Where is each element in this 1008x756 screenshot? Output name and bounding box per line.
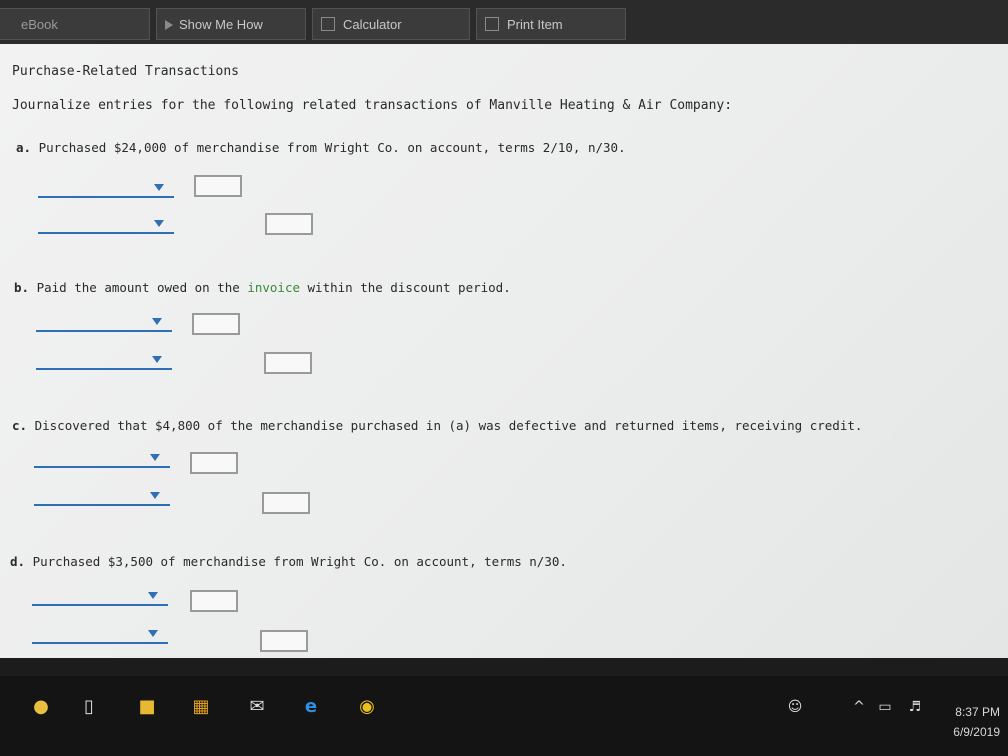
question-text: Purchased $24,000 of merchandise from Wr… bbox=[38, 140, 626, 155]
calculator-button[interactable]: Calculator bbox=[312, 8, 470, 40]
credit-input[interactable] bbox=[262, 492, 310, 514]
account-select[interactable] bbox=[34, 452, 170, 468]
account-select[interactable] bbox=[38, 182, 174, 198]
account-select[interactable] bbox=[32, 590, 168, 606]
file-explorer-icon[interactable]: ■ bbox=[136, 696, 158, 718]
credit-input[interactable] bbox=[260, 630, 308, 652]
invoice-link[interactable]: invoice bbox=[247, 280, 300, 295]
credit-input[interactable] bbox=[265, 213, 313, 235]
account-select[interactable] bbox=[34, 490, 170, 506]
dropdown-arrow-icon bbox=[150, 492, 160, 499]
question-letter: d. bbox=[10, 554, 26, 569]
task-view-icon[interactable]: ▯ bbox=[78, 696, 100, 718]
question-text: Paid the amount owed on the bbox=[36, 280, 248, 295]
question-b: b. Paid the amount owed on the invoice w… bbox=[14, 280, 511, 295]
account-select[interactable] bbox=[36, 316, 172, 332]
calculator-label: Calculator bbox=[343, 17, 402, 32]
system-clock[interactable]: 8:37 PM 6/9/2019 bbox=[953, 702, 1000, 742]
dropdown-arrow-icon bbox=[152, 318, 162, 325]
question-d: d. Purchased $3,500 of merchandise from … bbox=[10, 554, 567, 569]
calculator-icon bbox=[321, 17, 335, 31]
ebook-label: eBook bbox=[21, 17, 58, 32]
microphone-icon[interactable]: ● bbox=[30, 696, 52, 718]
dropdown-arrow-icon bbox=[154, 220, 164, 227]
volume-icon[interactable]: ♬ bbox=[904, 696, 926, 718]
question-letter: b. bbox=[14, 280, 30, 295]
print-icon bbox=[485, 17, 499, 31]
video-icon bbox=[165, 20, 173, 30]
question-c: c. Discovered that $4,800 of the merchan… bbox=[12, 418, 862, 433]
people-icon[interactable]: ☺ bbox=[784, 696, 806, 718]
question-a: a. Purchased $24,000 of merchandise from… bbox=[16, 140, 626, 155]
ebook-tab[interactable]: eBook bbox=[0, 8, 150, 40]
toolbar: eBook Show Me How Calculator Print Item bbox=[0, 0, 1008, 44]
dropdown-arrow-icon bbox=[148, 630, 158, 637]
show-me-how-button[interactable]: Show Me How bbox=[156, 8, 306, 40]
taskbar: ● ▯ ■ ▦ ✉ e ◉ ☺ ^ ▭ ♬ 8:37 PM 6/9/2019 bbox=[0, 676, 1008, 756]
debit-input[interactable] bbox=[192, 313, 240, 335]
question-letter: c. bbox=[12, 418, 28, 433]
debit-input[interactable] bbox=[190, 590, 238, 612]
question-text: Discovered that $4,800 of the merchandis… bbox=[34, 418, 863, 433]
chevron-up-icon[interactable]: ^ bbox=[848, 696, 870, 718]
chrome-icon[interactable]: ◉ bbox=[356, 696, 378, 718]
page-title: Purchase-Related Transactions bbox=[12, 64, 239, 79]
credit-input[interactable] bbox=[264, 352, 312, 374]
print-item-button[interactable]: Print Item bbox=[476, 8, 626, 40]
question-letter: a. bbox=[16, 140, 32, 155]
debit-input[interactable] bbox=[194, 175, 242, 197]
account-select[interactable] bbox=[32, 628, 168, 644]
print-item-label: Print Item bbox=[507, 17, 563, 32]
clock-time: 8:37 PM bbox=[955, 705, 1000, 719]
instructions: Journalize entries for the following rel… bbox=[12, 98, 733, 113]
account-select[interactable] bbox=[38, 218, 174, 234]
question-text-end: within the discount period. bbox=[300, 280, 511, 295]
account-select[interactable] bbox=[36, 354, 172, 370]
show-me-how-label: Show Me How bbox=[179, 17, 263, 32]
clock-date: 6/9/2019 bbox=[953, 725, 1000, 739]
edge-icon[interactable]: e bbox=[300, 696, 322, 718]
dropdown-arrow-icon bbox=[150, 454, 160, 461]
main-content: Purchase-Related Transactions Journalize… bbox=[0, 44, 1008, 658]
battery-icon[interactable]: ▭ bbox=[874, 696, 896, 718]
mail-icon[interactable]: ✉ bbox=[246, 696, 268, 718]
question-text: Purchased $3,500 of merchandise from Wri… bbox=[32, 554, 567, 569]
store-icon[interactable]: ▦ bbox=[190, 696, 212, 718]
debit-input[interactable] bbox=[190, 452, 238, 474]
dropdown-arrow-icon bbox=[152, 356, 162, 363]
dropdown-arrow-icon bbox=[148, 592, 158, 599]
dropdown-arrow-icon bbox=[154, 184, 164, 191]
